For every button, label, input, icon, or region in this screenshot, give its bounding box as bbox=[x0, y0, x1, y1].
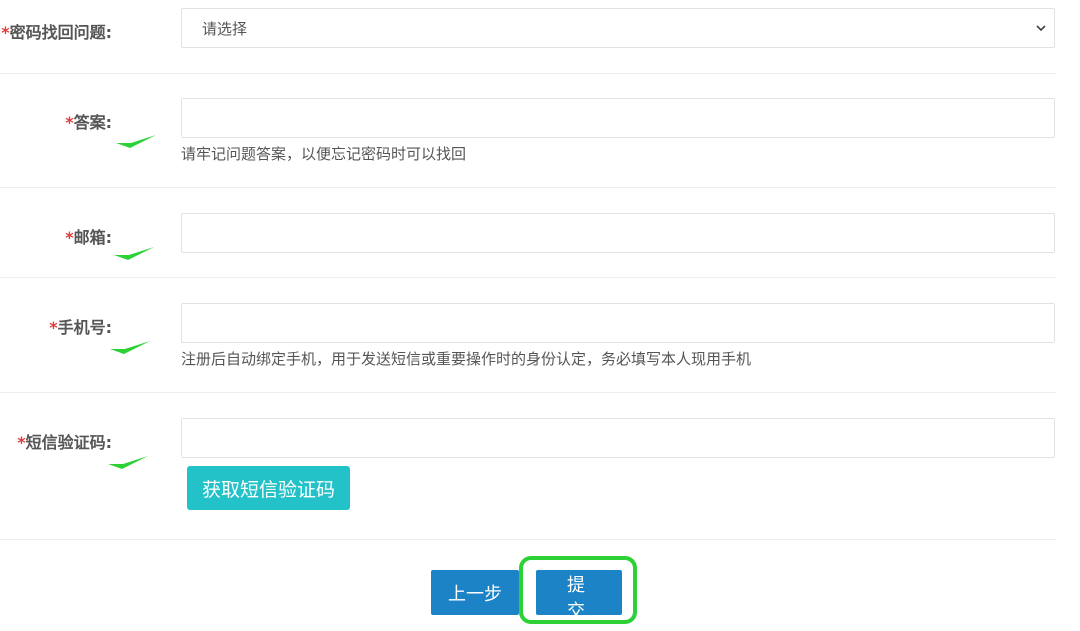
email-label-text: 邮箱: bbox=[73, 228, 112, 247]
check-icon bbox=[110, 341, 150, 354]
answer-row: *答案: 请牢记问题答案，以便忘记密码时可以找回 bbox=[0, 73, 1056, 188]
registration-form-page: *密码找回问题: 请选择 *答案: 请牢记问题答案，以便忘记密码时可以找回 *邮… bbox=[0, 0, 1080, 631]
email-input[interactable] bbox=[181, 213, 1055, 253]
question-select-value: 请选择 bbox=[202, 19, 248, 38]
phone-label: *手机号: bbox=[49, 314, 112, 338]
question-label: *密码找回问题: bbox=[1, 19, 112, 43]
check-icon bbox=[116, 135, 156, 148]
required-mark: * bbox=[1, 23, 10, 42]
previous-step-button[interactable]: 上一步 bbox=[431, 570, 519, 615]
required-mark: * bbox=[65, 228, 74, 247]
answer-hint: 请牢记问题答案，以便忘记密码时可以找回 bbox=[181, 145, 467, 163]
sms-label-text: 短信验证码: bbox=[25, 433, 112, 452]
required-mark: * bbox=[65, 113, 74, 132]
question-label-text: 密码找回问题: bbox=[9, 23, 112, 42]
check-icon bbox=[108, 456, 148, 469]
email-label: *邮箱: bbox=[65, 224, 112, 248]
phone-row: *手机号: 注册后自动绑定手机，用于发送短信或重要操作时的身份认定，务必填写本人… bbox=[0, 277, 1056, 393]
phone-input[interactable] bbox=[181, 303, 1055, 343]
question-row: *密码找回问题: 请选择 bbox=[0, 0, 1056, 74]
phone-hint: 注册后自动绑定手机，用于发送短信或重要操作时的身份认定，务必填写本人现用手机 bbox=[181, 350, 752, 368]
get-sms-code-button[interactable]: 获取短信验证码 bbox=[187, 466, 350, 510]
answer-label-text: 答案: bbox=[73, 113, 112, 132]
required-mark: * bbox=[49, 318, 58, 337]
email-row: *邮箱: bbox=[0, 187, 1056, 278]
required-mark: * bbox=[17, 433, 26, 452]
answer-label: *答案: bbox=[65, 109, 112, 133]
question-select[interactable]: 请选择 bbox=[181, 8, 1055, 48]
phone-label-text: 手机号: bbox=[57, 318, 112, 337]
answer-input[interactable] bbox=[181, 98, 1055, 138]
chevron-down-icon bbox=[1036, 25, 1046, 32]
submit-button[interactable]: 提 交 bbox=[536, 570, 622, 622]
sms-label: *短信验证码: bbox=[17, 429, 112, 453]
sms-code-input[interactable] bbox=[181, 418, 1055, 458]
check-icon bbox=[114, 247, 154, 260]
sms-row: *短信验证码: bbox=[0, 392, 1056, 540]
